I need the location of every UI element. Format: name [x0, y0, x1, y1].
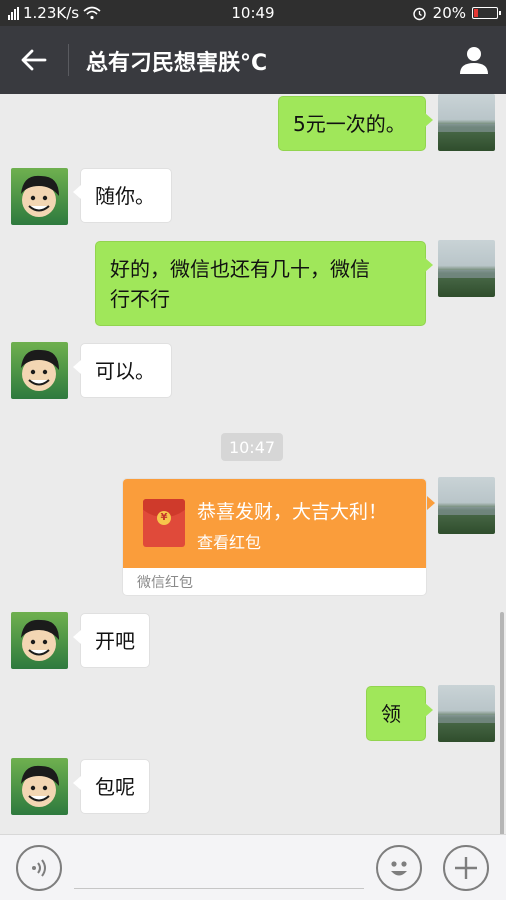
message-text: 可以。 [95, 358, 155, 383]
emoji-icon [391, 861, 407, 876]
message-text: 5元一次的。 [293, 111, 406, 136]
message-text: 开吧 [95, 628, 135, 653]
alarm-icon [412, 7, 426, 20]
message-text: 包呢 [95, 774, 135, 799]
message-bubble-incoming[interactable]: 随你。 [73, 168, 172, 223]
red-packet-footer: 微信红包 [137, 575, 193, 591]
voice-button[interactable] [16, 845, 62, 891]
self-avatar[interactable] [438, 240, 495, 297]
peer-avatar[interactable] [11, 168, 68, 225]
status-bar: 1.23K/s 10:49 20% [0, 0, 506, 26]
chat-header: 总有刁民想害朕°C [0, 26, 506, 94]
self-avatar[interactable] [438, 477, 495, 534]
message-text-line: 好的，微信也还有几十，微信 [110, 257, 370, 281]
peer-avatar[interactable] [11, 758, 68, 815]
message-bubble-outgoing[interactable]: 5元一次的。 [278, 96, 433, 151]
back-button[interactable] [12, 42, 56, 78]
message-input[interactable] [74, 849, 364, 889]
status-bar-right: 20% [412, 4, 501, 22]
red-packet-card[interactable]: ¥ 恭喜发财，大吉大利！ 查看红包 微信红包 [122, 478, 427, 596]
red-packet-body: ¥ 恭喜发财，大吉大利！ 查看红包 [123, 479, 426, 568]
emoji-button[interactable] [376, 845, 422, 891]
message-text: 领 [381, 701, 401, 726]
red-envelope-icon: ¥ [143, 499, 185, 547]
back-arrow-icon [21, 49, 47, 71]
message-list[interactable]: 5元一次的。 随你。 好的，微信也还有几十，微信 行不行 可以。 10:47 ¥… [0, 94, 506, 900]
battery-icon [472, 7, 501, 19]
peer-avatar-image [21, 349, 59, 391]
red-packet-tail [427, 496, 435, 510]
message-bubble-incoming[interactable]: 开吧 [73, 613, 150, 668]
input-bar [0, 834, 506, 900]
message-timestamp: 10:47 [221, 433, 283, 461]
plus-icon [455, 857, 477, 879]
profile-button[interactable] [456, 42, 492, 78]
self-avatar[interactable] [438, 685, 495, 742]
message-text-line: 行不行 [110, 287, 170, 311]
voice-icon [32, 859, 46, 877]
message-bubble-outgoing[interactable]: 好的，微信也还有几十，微信 行不行 [95, 241, 433, 326]
peer-avatar[interactable] [11, 612, 68, 669]
message-bubble-incoming[interactable]: 包呢 [73, 759, 150, 814]
message-bubble-outgoing[interactable]: 领 [366, 686, 433, 741]
more-button[interactable] [443, 845, 489, 891]
peer-avatar[interactable] [11, 342, 68, 399]
battery-percent: 20% [432, 4, 466, 22]
peer-avatar-image [21, 765, 59, 807]
peer-avatar-image [21, 175, 59, 217]
message-text: 好的，微信也还有几十，微信 行不行 [110, 254, 370, 314]
person-icon [460, 47, 488, 74]
coin-icon: ¥ [157, 511, 171, 525]
red-packet-title: 恭喜发财，大吉大利！ [197, 501, 388, 523]
red-packet-action: 查看红包 [197, 533, 262, 552]
title-divider [68, 44, 69, 76]
self-avatar[interactable] [438, 94, 495, 151]
chat-title: 总有刁民想害朕°C [86, 51, 268, 76]
battery-fill [474, 9, 479, 17]
message-bubble-incoming[interactable]: 可以。 [73, 343, 172, 398]
peer-avatar-image [21, 619, 59, 661]
message-text: 随你。 [95, 183, 155, 208]
